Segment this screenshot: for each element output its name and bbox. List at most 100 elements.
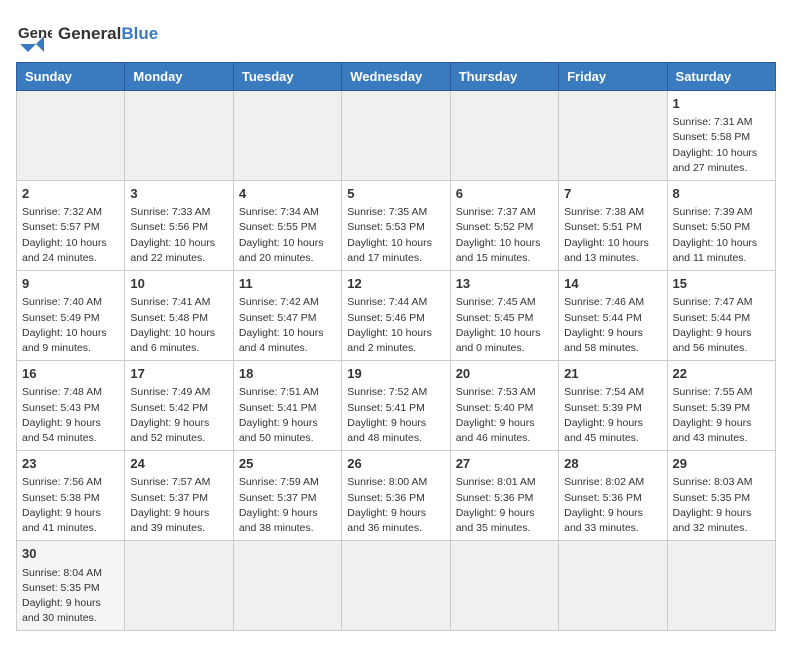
- day-info: Sunrise: 7:55 AM Sunset: 5:39 PM Dayligh…: [673, 385, 770, 446]
- day-info: Sunrise: 7:35 AM Sunset: 5:53 PM Dayligh…: [347, 205, 444, 266]
- calendar-cell: [667, 541, 775, 631]
- day-info: Sunrise: 8:03 AM Sunset: 5:35 PM Dayligh…: [673, 475, 770, 536]
- day-info: Sunrise: 7:56 AM Sunset: 5:38 PM Dayligh…: [22, 475, 119, 536]
- day-number: 16: [22, 365, 119, 383]
- calendar-header-thursday: Thursday: [450, 63, 558, 91]
- day-number: 20: [456, 365, 553, 383]
- day-info: Sunrise: 7:46 AM Sunset: 5:44 PM Dayligh…: [564, 295, 661, 356]
- calendar-cell: 2Sunrise: 7:32 AM Sunset: 5:57 PM Daylig…: [17, 181, 125, 271]
- day-number: 18: [239, 365, 336, 383]
- calendar-cell: [559, 541, 667, 631]
- day-number: 7: [564, 185, 661, 203]
- day-info: Sunrise: 8:00 AM Sunset: 5:36 PM Dayligh…: [347, 475, 444, 536]
- day-info: Sunrise: 8:01 AM Sunset: 5:36 PM Dayligh…: [456, 475, 553, 536]
- day-info: Sunrise: 7:45 AM Sunset: 5:45 PM Dayligh…: [456, 295, 553, 356]
- calendar-header-wednesday: Wednesday: [342, 63, 450, 91]
- calendar-header-monday: Monday: [125, 63, 233, 91]
- day-info: Sunrise: 7:48 AM Sunset: 5:43 PM Dayligh…: [22, 385, 119, 446]
- logo: General GeneralBlue: [16, 16, 158, 52]
- day-info: Sunrise: 7:54 AM Sunset: 5:39 PM Dayligh…: [564, 385, 661, 446]
- day-number: 25: [239, 455, 336, 473]
- calendar-cell: [450, 541, 558, 631]
- calendar-cell: 12 Sunrise: 7:44 AM Sunset: 5:46 PM Dayli…: [342, 271, 450, 361]
- calendar-header-sunday: Sunday: [17, 63, 125, 91]
- day-number: 6: [456, 185, 553, 203]
- calendar-cell: 25 Sunrise: 7:59 AM Sunset: 5:37 PM Dayli…: [233, 451, 341, 541]
- calendar-cell: [450, 91, 558, 181]
- calendar-cell: 26 Sunrise: 8:00 AM Sunset: 5:36 PM Dayli…: [342, 451, 450, 541]
- day-info: Sunrise: 7:40 AM Sunset: 5:49 PM Dayligh…: [22, 295, 119, 356]
- day-info: Sunrise: 7:59 AM Sunset: 5:37 PM Dayligh…: [239, 475, 336, 536]
- page-header: General GeneralBlue: [16, 16, 776, 52]
- day-number: 3: [130, 185, 227, 203]
- calendar-header-friday: Friday: [559, 63, 667, 91]
- day-number: 5: [347, 185, 444, 203]
- calendar-cell: 23 Sunrise: 7:56 AM Sunset: 5:38 PM Dayli…: [17, 451, 125, 541]
- calendar: SundayMondayTuesdayWednesdayThursdayFrid…: [16, 62, 776, 631]
- day-info: Sunrise: 7:52 AM Sunset: 5:41 PM Dayligh…: [347, 385, 444, 446]
- day-number: 12: [347, 275, 444, 293]
- day-number: 10: [130, 275, 227, 293]
- calendar-cell: 1 Sunrise: 7:31 AM Sunset: 5:58 PM Daylig…: [667, 91, 775, 181]
- calendar-cell: 6 Sunrise: 7:37 AM Sunset: 5:52 PM Daylig…: [450, 181, 558, 271]
- calendar-cell: [125, 91, 233, 181]
- day-number: 26: [347, 455, 444, 473]
- day-number: 4: [239, 185, 336, 203]
- calendar-cell: [125, 541, 233, 631]
- day-info: Sunrise: 7:42 AM Sunset: 5:47 PM Dayligh…: [239, 295, 336, 356]
- day-info: Sunrise: 8:02 AM Sunset: 5:36 PM Dayligh…: [564, 475, 661, 536]
- calendar-cell: 14 Sunrise: 7:46 AM Sunset: 5:44 PM Dayli…: [559, 271, 667, 361]
- svg-text:General: General: [18, 25, 52, 42]
- day-number: 21: [564, 365, 661, 383]
- day-number: 19: [347, 365, 444, 383]
- day-number: 24: [130, 455, 227, 473]
- calendar-cell: 10 Sunrise: 7:41 AM Sunset: 5:48 PM Dayli…: [125, 271, 233, 361]
- calendar-cell: 9 Sunrise: 7:40 AM Sunset: 5:49 PM Daylig…: [17, 271, 125, 361]
- calendar-cell: 7 Sunrise: 7:38 AM Sunset: 5:51 PM Daylig…: [559, 181, 667, 271]
- calendar-cell: 27Sunrise: 8:01 AM Sunset: 5:36 PM Dayli…: [450, 451, 558, 541]
- calendar-header-tuesday: Tuesday: [233, 63, 341, 91]
- day-info: Sunrise: 7:31 AM Sunset: 5:58 PM Dayligh…: [673, 115, 770, 176]
- calendar-cell: 30Sunrise: 8:04 AM Sunset: 5:35 PM Dayli…: [17, 541, 125, 631]
- calendar-cell: 15Sunrise: 7:47 AM Sunset: 5:44 PM Dayli…: [667, 271, 775, 361]
- day-number: 13: [456, 275, 553, 293]
- calendar-cell: 29 Sunrise: 8:03 AM Sunset: 5:35 PM Dayli…: [667, 451, 775, 541]
- calendar-cell: [17, 91, 125, 181]
- calendar-cell: 22Sunrise: 7:55 AM Sunset: 5:39 PM Dayli…: [667, 361, 775, 451]
- calendar-cell: [342, 541, 450, 631]
- day-info: Sunrise: 7:39 AM Sunset: 5:50 PM Dayligh…: [673, 205, 770, 266]
- day-number: 9: [22, 275, 119, 293]
- calendar-cell: 5 Sunrise: 7:35 AM Sunset: 5:53 PM Daylig…: [342, 181, 450, 271]
- calendar-cell: 3 Sunrise: 7:33 AM Sunset: 5:56 PM Daylig…: [125, 181, 233, 271]
- day-info: Sunrise: 7:53 AM Sunset: 5:40 PM Dayligh…: [456, 385, 553, 446]
- day-number: 14: [564, 275, 661, 293]
- day-info: Sunrise: 7:34 AM Sunset: 5:55 PM Dayligh…: [239, 205, 336, 266]
- day-info: Sunrise: 7:38 AM Sunset: 5:51 PM Dayligh…: [564, 205, 661, 266]
- calendar-cell: 20 Sunrise: 7:53 AM Sunset: 5:40 PM Dayli…: [450, 361, 558, 451]
- calendar-cell: 8 Sunrise: 7:39 AM Sunset: 5:50 PM Daylig…: [667, 181, 775, 271]
- day-number: 15: [673, 275, 770, 293]
- day-number: 29: [673, 455, 770, 473]
- day-number: 28: [564, 455, 661, 473]
- calendar-cell: [233, 91, 341, 181]
- calendar-header-row: SundayMondayTuesdayWednesdayThursdayFrid…: [17, 63, 776, 91]
- calendar-cell: 24 Sunrise: 7:57 AM Sunset: 5:37 PM Dayli…: [125, 451, 233, 541]
- calendar-cell: [233, 541, 341, 631]
- calendar-header-saturday: Saturday: [667, 63, 775, 91]
- calendar-cell: 28 Sunrise: 8:02 AM Sunset: 5:36 PM Dayli…: [559, 451, 667, 541]
- calendar-cell: 11Sunrise: 7:42 AM Sunset: 5:47 PM Dayli…: [233, 271, 341, 361]
- day-number: 8: [673, 185, 770, 203]
- day-number: 2: [22, 185, 119, 203]
- calendar-cell: 13 Sunrise: 7:45 AM Sunset: 5:45 PM Dayli…: [450, 271, 558, 361]
- day-number: 23: [22, 455, 119, 473]
- day-info: Sunrise: 7:44 AM Sunset: 5:46 PM Dayligh…: [347, 295, 444, 356]
- calendar-cell: 19 Sunrise: 7:52 AM Sunset: 5:41 PM Dayli…: [342, 361, 450, 451]
- day-info: Sunrise: 7:49 AM Sunset: 5:42 PM Dayligh…: [130, 385, 227, 446]
- logo-text: GeneralBlue: [58, 24, 158, 44]
- day-number: 1: [673, 95, 770, 113]
- calendar-cell: 21 Sunrise: 7:54 AM Sunset: 5:39 PM Dayli…: [559, 361, 667, 451]
- day-info: Sunrise: 7:37 AM Sunset: 5:52 PM Dayligh…: [456, 205, 553, 266]
- day-info: Sunrise: 7:57 AM Sunset: 5:37 PM Dayligh…: [130, 475, 227, 536]
- day-info: Sunrise: 7:33 AM Sunset: 5:56 PM Dayligh…: [130, 205, 227, 266]
- day-info: Sunrise: 7:41 AM Sunset: 5:48 PM Dayligh…: [130, 295, 227, 356]
